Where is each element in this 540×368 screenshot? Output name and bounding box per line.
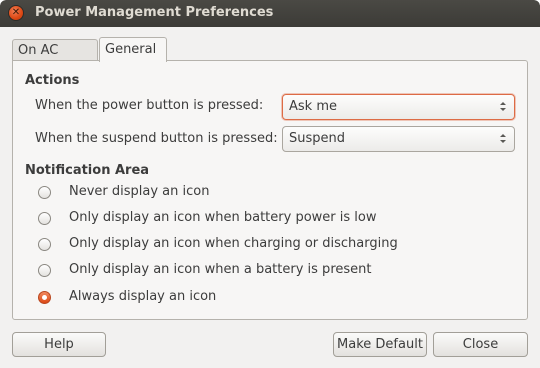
- radio-label: Only display an icon when charging or di…: [69, 236, 398, 251]
- window-title: Power Management Preferences: [35, 5, 274, 20]
- suspend-button-action-select[interactable]: Suspend: [282, 126, 515, 152]
- radio-button-icon: [38, 212, 51, 225]
- radio-label: Never display an icon: [69, 184, 210, 199]
- radio-label: Only display an icon when battery power …: [69, 210, 377, 225]
- close-icon: ✕: [11, 7, 21, 18]
- radio-button-icon: [38, 238, 51, 251]
- power-button-action-select[interactable]: Ask me: [282, 94, 515, 120]
- close-button[interactable]: Close: [433, 332, 528, 357]
- radio-button-icon: [38, 186, 51, 199]
- updown-arrow-icon: [500, 131, 508, 147]
- tab-on-ac-power[interactable]: On AC Power: [12, 39, 98, 79]
- tab-general[interactable]: General: [99, 37, 167, 62]
- radio-button-checked-icon: [38, 291, 51, 304]
- notification-area-heading: Notification Area: [25, 163, 150, 178]
- suspend-button-action-value: Suspend: [289, 131, 346, 146]
- actions-heading: Actions: [25, 73, 80, 88]
- power-button-label: When the power button is pressed:: [35, 98, 264, 113]
- suspend-button-label: When the suspend button is pressed:: [35, 131, 278, 146]
- window-close-button[interactable]: ✕: [8, 5, 24, 21]
- preferences-window: ✕ Power Management Preferences On AC Pow…: [0, 0, 540, 368]
- radio-label: Only display an icon when a battery is p…: [69, 262, 372, 277]
- make-default-button[interactable]: Make Default: [333, 332, 427, 357]
- radio-label: Always display an icon: [69, 289, 217, 304]
- updown-arrow-icon: [500, 99, 508, 115]
- help-button[interactable]: Help: [12, 332, 106, 357]
- radio-button-icon: [38, 264, 51, 277]
- general-tab-panel: Actions When the power button is pressed…: [12, 60, 528, 320]
- title-bar: ✕ Power Management Preferences: [0, 0, 540, 27]
- power-button-action-value: Ask me: [289, 99, 337, 114]
